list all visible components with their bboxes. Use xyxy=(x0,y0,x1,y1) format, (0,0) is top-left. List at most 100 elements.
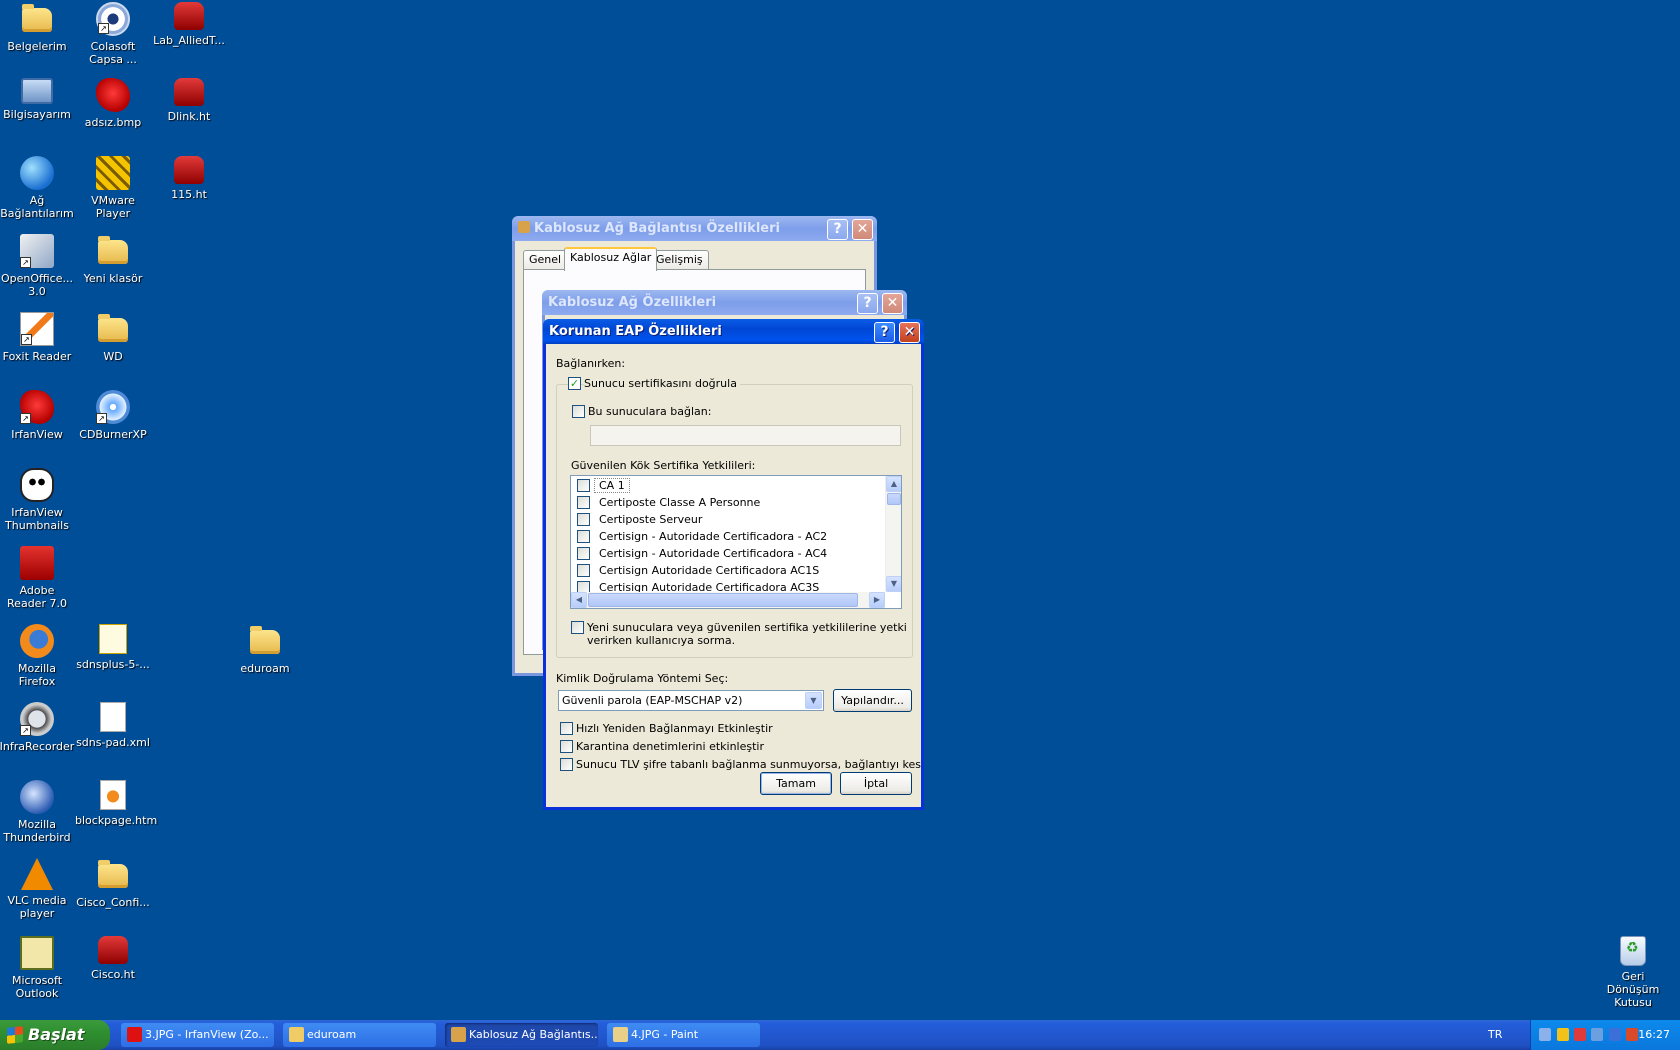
desktop-icon-wd[interactable]: WD xyxy=(75,312,151,363)
desktop-icon-ag-baglantilarim[interactable]: Ağ Bağlantılarım xyxy=(0,156,75,220)
my-documents-icon xyxy=(22,4,52,32)
panda-icon xyxy=(20,468,54,502)
desktop-icon-openoffice[interactable]: ↗ OpenOffice... 3.0 xyxy=(0,234,75,298)
servers-input[interactable] xyxy=(590,425,901,446)
no-prompt-checkbox[interactable] xyxy=(571,621,584,634)
cert-checkbox[interactable] xyxy=(577,564,590,577)
language-indicator[interactable]: TR xyxy=(1488,1020,1502,1050)
task-label: Kablosuz Ağ Bağlantıs... xyxy=(469,1028,598,1041)
fast-reconnect-checkbox[interactable] xyxy=(560,722,573,735)
close-button[interactable]: ✕ xyxy=(852,219,873,240)
firefox-icon xyxy=(20,624,54,658)
windows-logo-icon xyxy=(7,1026,23,1044)
chevron-down-icon[interactable]: ▼ xyxy=(805,692,822,709)
window-title: Kablosuz Ağ Özellikleri xyxy=(548,295,717,310)
quarantine-checkbox[interactable] xyxy=(560,740,573,753)
cert-checkbox[interactable] xyxy=(577,530,590,543)
title-bar[interactable]: Korunan EAP Özellikleri ? ✕ xyxy=(543,319,924,344)
cert-checkbox[interactable] xyxy=(577,479,590,492)
folder-icon xyxy=(98,860,128,888)
title-bar[interactable]: Kablosuz Ağ Özellikleri ? ✕ xyxy=(542,290,907,315)
close-button[interactable]: ✕ xyxy=(899,322,920,343)
close-button[interactable]: ✕ xyxy=(882,293,903,314)
scroll-down-icon[interactable]: ▼ xyxy=(886,576,901,592)
tab-genel[interactable]: Genel xyxy=(523,250,568,270)
desktop-icon-vlc[interactable]: VLC media player xyxy=(0,858,75,920)
connect-servers-checkbox[interactable] xyxy=(572,405,585,418)
desktop-icon-cisco-ht[interactable]: Cisco.ht xyxy=(75,936,151,981)
vertical-scrollbar[interactable]: ▲ ▼ xyxy=(885,476,901,592)
desktop-icon-irfanview[interactable]: ↗ IrfanView xyxy=(0,390,75,441)
battery-icon[interactable] xyxy=(1609,1028,1621,1041)
desktop-icon-vmware[interactable]: VMware Player xyxy=(75,156,151,220)
clock[interactable]: 16:27 xyxy=(1638,1020,1670,1050)
desktop-icon-blockpage[interactable]: blockpage.htm xyxy=(75,780,157,827)
desktop-icon-recycle-bin[interactable]: Geri Dönüşüm Kutusu xyxy=(1595,936,1671,1009)
scroll-left-icon[interactable]: ◀ xyxy=(571,592,587,608)
cert-checkbox[interactable] xyxy=(577,513,590,526)
adobe-reader-icon xyxy=(20,546,54,580)
no-prompt-label-line1: Yeni sunuculara veya güvenilen sertifika… xyxy=(587,621,907,634)
antivirus-icon[interactable] xyxy=(1626,1028,1638,1041)
security-icon[interactable] xyxy=(1574,1028,1586,1041)
desktop-icon-dlink-ht[interactable]: Dlink.ht xyxy=(151,78,227,123)
desktop-icon-sdns-pad[interactable]: sdns-pad.xml xyxy=(75,702,151,749)
system-tray: 16:27 xyxy=(1530,1020,1680,1050)
paint-icon xyxy=(613,1027,628,1042)
scroll-thumb[interactable] xyxy=(588,593,858,607)
validate-cert-checkbox[interactable]: ✓ xyxy=(568,377,581,390)
desktop-icon-eduroam[interactable]: eduroam xyxy=(227,624,303,675)
ok-button[interactable]: Tamam xyxy=(760,772,832,795)
wireless-icon[interactable] xyxy=(1591,1028,1603,1041)
desktop-icon-adsiz-bmp[interactable]: adsız.bmp xyxy=(75,78,151,129)
shield-icon[interactable] xyxy=(1557,1028,1569,1041)
quarantine-label: Karantina denetimlerini etkinleştir xyxy=(576,740,764,753)
taskbar-button-paint[interactable]: 4.JPG - Paint xyxy=(607,1023,760,1047)
desktop-icon-lab-alliedt[interactable]: Lab_AlliedT... xyxy=(151,2,227,47)
desktop-icon-irfan-thumbs[interactable]: IrfanView Thumbnails xyxy=(0,468,75,532)
desktop-icon-yeni-klasor[interactable]: Yeni klasör xyxy=(75,234,151,285)
desktop-icon-infrarecorder[interactable]: ↗ InfraRecorder xyxy=(0,702,75,753)
trusted-root-list[interactable]: CA 1 Certiposte Classe A Personne Certip… xyxy=(570,475,902,609)
cancel-button[interactable]: İptal xyxy=(840,772,912,795)
desktop-icon-belgelerim[interactable]: Belgelerim xyxy=(0,2,75,53)
desktop-icon-foxit[interactable]: ↗ Foxit Reader xyxy=(0,312,75,363)
folder-icon xyxy=(98,236,128,264)
desktop-icon-sdnsplus[interactable]: sdnsplus-5-... xyxy=(75,624,151,671)
title-bar[interactable]: Kablosuz Ağ Bağlantısı Özellikleri ? ✕ xyxy=(512,216,877,241)
taskbar-button-irfanview[interactable]: 3.JPG - IrfanView (Zo... xyxy=(121,1023,274,1047)
desktop-icon-115-ht[interactable]: 115.ht xyxy=(151,156,227,201)
protected-eap-properties-dialog[interactable]: Korunan EAP Özellikleri ? ✕ Bağlanırken:… xyxy=(543,319,924,810)
desktop-icon-bilgisayarim[interactable]: Bilgisayarım xyxy=(0,78,75,121)
help-button[interactable]: ? xyxy=(874,322,895,343)
tab-kablosuz-aglar[interactable]: Kablosuz Ağlar xyxy=(564,247,658,271)
network-tray-icon[interactable] xyxy=(1539,1028,1551,1041)
desktop-icon-cisco-confi[interactable]: Cisco_Confi... xyxy=(75,858,151,909)
tab-gelismis[interactable]: Gelişmiş xyxy=(650,250,709,270)
scroll-right-icon[interactable]: ▶ xyxy=(869,592,885,608)
scroll-up-icon[interactable]: ▲ xyxy=(886,476,901,492)
irfanview-icon: ↗ xyxy=(20,390,54,424)
tlv-checkbox[interactable] xyxy=(560,758,573,771)
taskbar-button-wireless[interactable]: Kablosuz Ağ Bağlantıs... xyxy=(445,1023,598,1047)
taskbar-button-eduroam[interactable]: eduroam xyxy=(283,1023,436,1047)
help-button[interactable]: ? xyxy=(857,293,878,314)
desktop-icon-thunderbird[interactable]: Mozilla Thunderbird xyxy=(0,780,75,844)
hyperterminal-phone-icon xyxy=(174,2,204,30)
hyperterminal-phone-icon xyxy=(98,936,128,964)
horizontal-scrollbar[interactable]: ◀ ▶ xyxy=(571,592,885,608)
desktop-icon-outlook[interactable]: Microsoft Outlook xyxy=(0,936,75,1000)
desktop-icon-cdburner[interactable]: ↗ CDBurnerXP xyxy=(75,390,151,441)
start-button[interactable]: Başlat xyxy=(0,1020,110,1050)
help-button[interactable]: ? xyxy=(827,219,848,240)
desktop-icon-firefox[interactable]: Mozilla Firefox xyxy=(0,624,75,688)
vlc-icon xyxy=(21,858,53,890)
desktop-icon-colasoft[interactable]: ↗ Colasoft Capsa ... xyxy=(75,2,151,66)
desktop-icon-adobe[interactable]: Adobe Reader 7.0 xyxy=(0,546,75,610)
html-file-icon xyxy=(100,780,126,810)
auth-method-select[interactable]: Güvenli parola (EAP-MSCHAP v2) ▼ xyxy=(558,690,824,711)
cert-checkbox[interactable] xyxy=(577,496,590,509)
scroll-thumb[interactable] xyxy=(887,493,901,505)
configure-button[interactable]: Yapılandır... xyxy=(833,689,912,712)
cert-checkbox[interactable] xyxy=(577,547,590,560)
